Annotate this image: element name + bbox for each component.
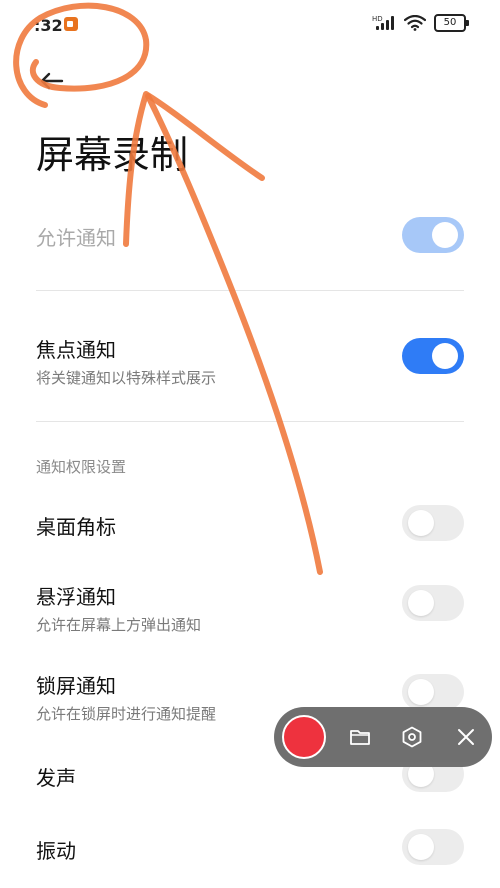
settings-hex-icon[interactable] (400, 725, 424, 749)
floating-notifications-label: 悬浮通知 (36, 585, 116, 609)
back-arrow-icon (40, 72, 64, 90)
allow-notifications-toggle[interactable] (402, 217, 464, 253)
vibration-row[interactable]: 振动 (36, 835, 464, 864)
battery-icon: 50 (434, 14, 469, 32)
vibration-toggle[interactable] (402, 829, 464, 865)
divider (36, 421, 464, 422)
toggle-knob (408, 834, 434, 860)
desktop-badge-row[interactable]: 桌面角标 (36, 511, 464, 540)
status-icons: HD 50 (372, 14, 469, 32)
page-title: 屏幕录制 (36, 133, 189, 177)
network-hd-label: HD (372, 15, 383, 23)
lockscreen-notifications-toggle[interactable] (402, 674, 464, 710)
toggle-knob (408, 590, 434, 616)
record-button[interactable] (282, 715, 326, 759)
floating-notifications-row[interactable]: 悬浮通知 允许在屏幕上方弹出通知 (36, 581, 464, 635)
allow-notifications-label: 允许通知 (36, 226, 116, 250)
desktop-badge-toggle[interactable] (402, 505, 464, 541)
floating-notifications-description: 允许在屏幕上方弹出通知 (36, 616, 202, 634)
status-time: :32 (34, 16, 63, 35)
screen-recording-indicator-icon (64, 17, 78, 31)
focus-notifications-label: 焦点通知 (36, 338, 116, 362)
back-button[interactable] (36, 66, 66, 96)
screen-recorder-floating-bar (274, 707, 492, 767)
focus-notifications-description: 将关键通知以特殊样式展示 (36, 369, 217, 387)
vibration-label: 振动 (36, 839, 76, 863)
focus-notifications-row[interactable]: 焦点通知 将关键通知以特殊样式展示 (36, 334, 464, 388)
toggle-knob (432, 222, 458, 248)
close-icon[interactable] (454, 725, 478, 749)
focus-notifications-toggle[interactable] (402, 338, 464, 374)
permissions-section-header: 通知权限设置 (36, 458, 127, 476)
toggle-knob (408, 679, 434, 705)
allow-notifications-row: 允许通知 (36, 222, 464, 251)
wifi-icon (404, 15, 426, 31)
divider (36, 290, 464, 291)
cellular-signal-icon: HD (372, 15, 396, 30)
status-bar: :32 HD 50 (0, 0, 500, 50)
lockscreen-notifications-label: 锁屏通知 (36, 674, 116, 698)
floating-notifications-toggle[interactable] (402, 585, 464, 621)
desktop-badge-label: 桌面角标 (36, 515, 116, 539)
folder-icon[interactable] (348, 725, 372, 749)
toggle-knob (408, 510, 434, 536)
toggle-knob (432, 343, 458, 369)
